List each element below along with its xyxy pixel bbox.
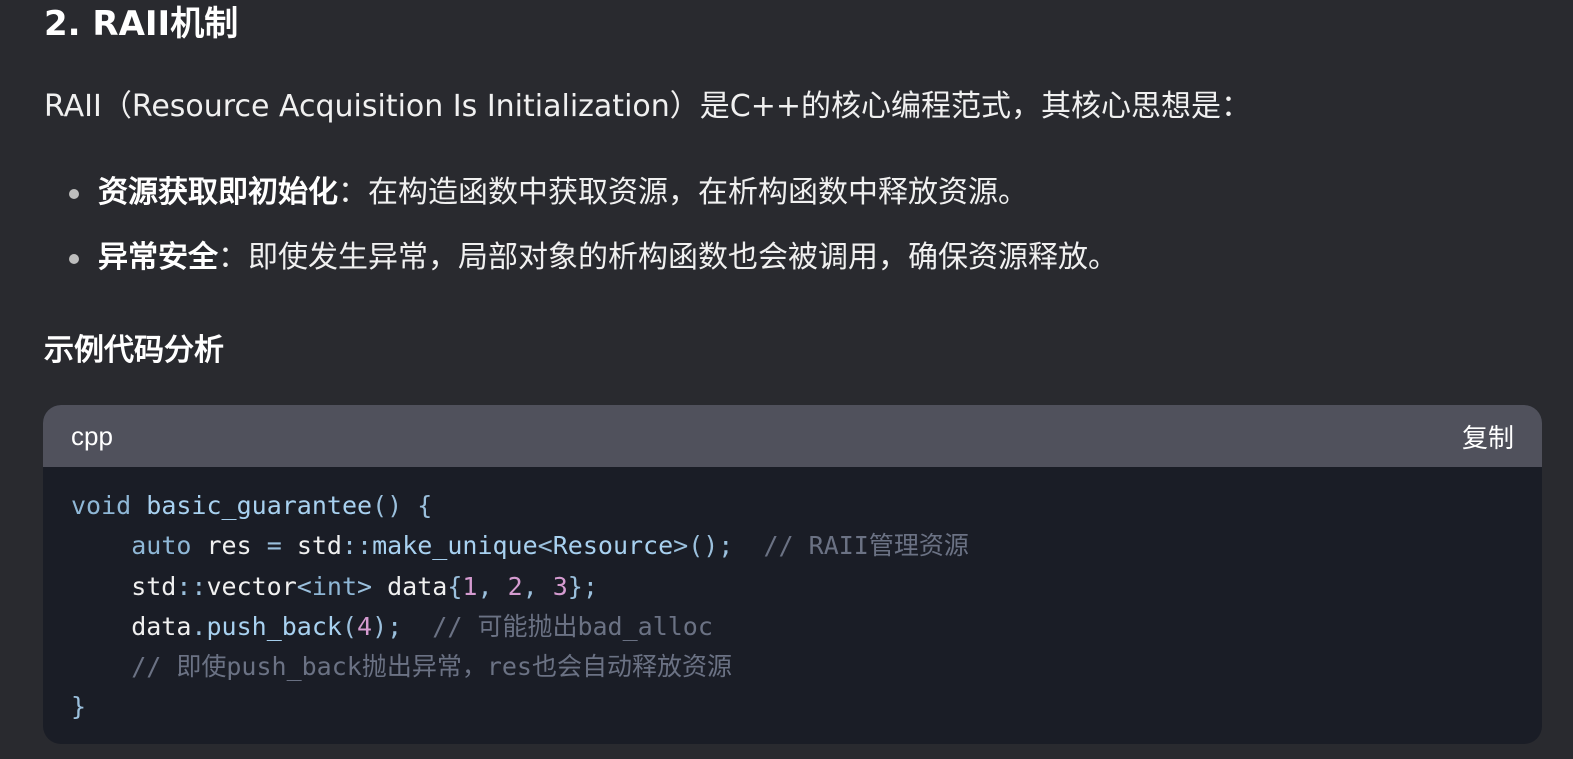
code-token: < bbox=[296, 571, 312, 601]
code-token: std bbox=[71, 571, 177, 601]
code-token: data bbox=[372, 571, 448, 601]
list-item: 资源获取即初始化：在构造函数中获取资源，在析构函数中释放资源。 bbox=[44, 170, 1118, 216]
list-item: 异常安全：即使发生异常，局部对象的析构函数也会被调用，确保资源释放。 bbox=[44, 235, 1118, 281]
code-token: ); bbox=[372, 611, 403, 641]
code-token: { bbox=[447, 571, 463, 601]
intro-paragraph: RAII（Resource Acquisition Is Initializat… bbox=[44, 89, 1251, 124]
code-token: < bbox=[537, 531, 553, 561]
code-token: :: bbox=[341, 531, 373, 561]
code-token: . bbox=[191, 611, 207, 641]
code-token: ( bbox=[341, 611, 358, 641]
section-heading: 2. RAII机制 bbox=[44, 4, 239, 44]
code-token: , bbox=[477, 571, 508, 601]
chat-message-content: 2. RAII机制 RAII（Resource Acquisition Is I… bbox=[0, 0, 1573, 759]
code-token: // 即使push_back抛出异常，res也会自动释放资源 bbox=[131, 652, 732, 682]
bullet-term: 异常安全 bbox=[98, 240, 218, 275]
bullet-list: 资源获取即初始化：在构造函数中获取资源，在析构函数中释放资源。 异常安全：即使发… bbox=[44, 170, 1118, 300]
code-token: () { bbox=[372, 491, 433, 520]
code-token: void bbox=[71, 491, 132, 520]
code-language-label: cpp bbox=[71, 420, 113, 451]
bullet-icon bbox=[69, 189, 79, 199]
code-token: = bbox=[266, 531, 282, 561]
code-content[interactable]: void basic_guarantee() { auto res = std:… bbox=[43, 467, 1542, 728]
bullet-text: ：在构造函数中获取资源，在析构函数中释放资源。 bbox=[338, 175, 1028, 210]
bullet-term: 资源获取即初始化 bbox=[98, 175, 338, 210]
code-token: 3 bbox=[552, 571, 568, 601]
code-line: void basic_guarantee() { bbox=[71, 486, 1514, 526]
code-token: basic_guarantee bbox=[146, 491, 373, 520]
copy-button[interactable]: 复制 bbox=[1462, 418, 1514, 455]
code-token: 1 bbox=[462, 571, 478, 601]
code-token: data bbox=[71, 611, 192, 641]
code-token: // 可能抛出bad_alloc bbox=[432, 611, 713, 641]
code-line: std::vector<int> data{1, 2, 3}; bbox=[71, 567, 1514, 607]
code-token: :: bbox=[176, 571, 207, 601]
code-token: res bbox=[191, 531, 267, 561]
code-token: , bbox=[522, 571, 553, 601]
bullet-text: ：即使发生异常，局部对象的析构函数也会被调用，确保资源释放。 bbox=[218, 240, 1118, 275]
bullet-icon bbox=[69, 254, 79, 264]
code-line: auto res = std::make_unique<Resource>();… bbox=[71, 526, 1514, 566]
code-block-header: cpp 复制 bbox=[43, 405, 1542, 467]
code-token: push_back bbox=[206, 611, 342, 641]
code-token: 4 bbox=[357, 611, 373, 641]
code-token: Resource bbox=[552, 531, 674, 561]
code-token: vector bbox=[206, 571, 297, 601]
code-line: data.push_back(4); // 可能抛出bad_alloc bbox=[71, 607, 1514, 647]
code-line: } bbox=[71, 687, 1514, 727]
code-token: make_unique bbox=[372, 531, 538, 561]
code-line: // 即使push_back抛出异常，res也会自动释放资源 bbox=[71, 647, 1514, 687]
code-token: > bbox=[357, 571, 373, 601]
code-token: } bbox=[71, 692, 87, 722]
code-token: >(); bbox=[673, 531, 734, 561]
code-token: 2 bbox=[507, 571, 523, 601]
code-block: cpp 复制 void basic_guarantee() { auto res… bbox=[43, 405, 1542, 744]
subsection-heading: 示例代码分析 bbox=[44, 333, 224, 368]
code-token: int bbox=[311, 571, 357, 601]
code-token: }; bbox=[567, 571, 598, 601]
code-token: std bbox=[281, 531, 342, 561]
code-token: auto bbox=[131, 531, 192, 561]
code-token: // RAII管理资源 bbox=[763, 531, 969, 561]
